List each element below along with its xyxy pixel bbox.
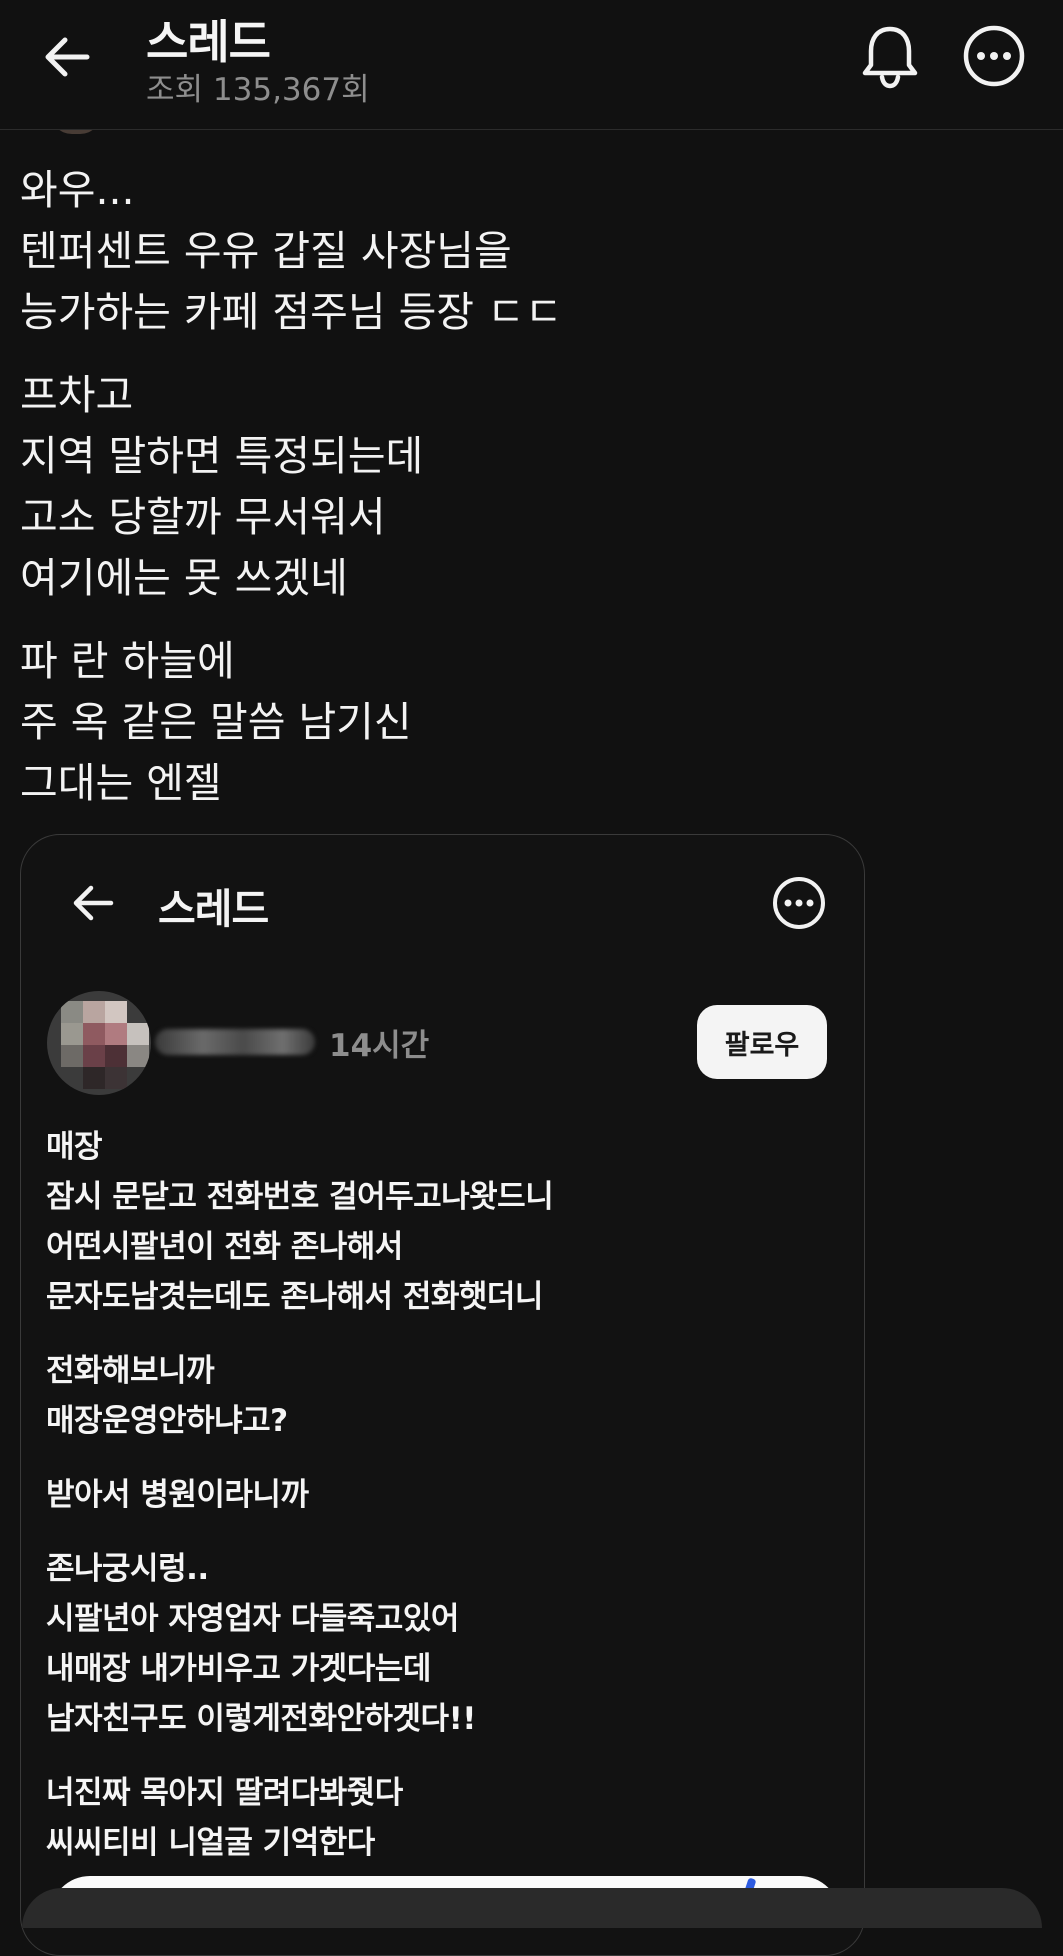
- embed-line: 남자친구도 이렇게전화안하겟다!!: [46, 1701, 476, 1737]
- post-body: 와우... 텐퍼센트 우유 갑질 사장님을 능가하는 카페 점주님 등장 ㄷㄷ …: [20, 160, 1020, 836]
- embed-body: 매장 잠시 문닫고 전화번호 걸어두고나왓드니 어떤시팔년이 전화 존나해서 문…: [46, 1122, 554, 1892]
- page-title: 스레드: [146, 15, 271, 69]
- embed-line: 내매장 내가비우고 가겟다는데: [46, 1651, 431, 1687]
- post-paragraph: 와우... 텐퍼센트 우유 갑질 사장님을 능가하는 카페 점주님 등장 ㄷㄷ: [20, 160, 1020, 343]
- post-paragraph: 파 란 하늘에 주 옥 같은 말씀 남기신 그대는 엔젤: [20, 631, 1020, 814]
- post-line: 파 란 하늘에: [20, 637, 235, 685]
- bottom-sheet-handle[interactable]: [22, 1888, 1042, 1928]
- embed-line: 시팔년아 자영업자 다들죽고있어: [46, 1601, 459, 1637]
- post-time: 14시간: [329, 1027, 430, 1064]
- post-line: 와우...: [20, 166, 135, 214]
- embed-line: 전화해보니까: [46, 1353, 215, 1389]
- post-line: 고소 당할까 무서워서: [20, 493, 386, 541]
- embed-paragraph: 존나궁시렁.. 시팔년아 자영업자 다들죽고있어 내매장 내가비우고 가겟다는데…: [46, 1544, 553, 1744]
- embed-paragraph: 매장 잠시 문닫고 전화번호 걸어두고나왓드니 어떤시팔년이 전화 존나해서 문…: [46, 1122, 554, 1322]
- post-line: 주 옥 같은 말씀 남기신: [20, 698, 412, 746]
- embed-line: 어떤시팔년이 전화 존나해서: [46, 1229, 403, 1265]
- embed-line: 잠시 문닫고 전화번호 걸어두고나왓드니: [46, 1179, 554, 1215]
- embed-title: 스레드: [158, 885, 269, 933]
- embed-back-button: [67, 877, 119, 929]
- embed-line: 매장운영안하냐고?: [46, 1403, 288, 1439]
- post-line: 프차고: [20, 371, 134, 419]
- embed-line: 받아서 병원이라니까: [46, 1477, 309, 1513]
- notification-button[interactable]: [858, 22, 922, 90]
- embed-line: 씨씨티비 니얼굴 기억한다: [46, 1825, 375, 1861]
- post-line: 지역 말하면 특정되는데: [20, 432, 424, 480]
- more-horizontal-icon: [963, 25, 1025, 87]
- arrow-left-icon: [45, 37, 90, 77]
- arrow-left-icon: [73, 885, 114, 921]
- embed-line: 너진짜 목아지 딸려다봐줫다: [46, 1775, 403, 1811]
- view-count: 조회 135,367회: [146, 72, 370, 108]
- embed-line: 매장: [46, 1129, 103, 1165]
- embed-paragraph: 너진짜 목아지 딸려다봐줫다 씨씨티비 니얼굴 기억한다: [46, 1768, 553, 1868]
- more-horizontal-icon: [773, 877, 825, 929]
- post-paragraph: 프차고 지역 말하면 특정되는데 고소 당할까 무서워서 여기에는 못 쓰겠네: [20, 365, 1020, 609]
- embed-line: 문자도남겻는데도 존나해서 전화햇더니: [46, 1279, 543, 1315]
- post-line: 능가하는 카페 점주님 등장 ㄷㄷ: [20, 288, 563, 336]
- embed-line: 존나궁시렁..: [46, 1551, 209, 1587]
- avatar: [47, 991, 151, 1095]
- post-line: 텐퍼센트 우유 갑질 사장님을: [20, 227, 512, 275]
- bell-icon: [862, 26, 918, 89]
- back-button[interactable]: [38, 28, 96, 86]
- embed-paragraph: 전화해보니까 매장운영안하냐고?: [46, 1346, 553, 1446]
- post-line: 그대는 엔젤: [20, 759, 222, 807]
- embed-user-info: 14시간: [155, 1021, 430, 1064]
- more-options-button[interactable]: [962, 24, 1026, 88]
- top-bar: 스레드 조회 135,367회: [0, 0, 1063, 130]
- blurred-username: [155, 1029, 315, 1055]
- embed-more-button: [771, 875, 827, 931]
- follow-button: 팔로우: [697, 1005, 827, 1079]
- embed-paragraph: 받아서 병원이라니까: [46, 1470, 553, 1520]
- post-line: 여기에는 못 쓰겠네: [20, 554, 348, 602]
